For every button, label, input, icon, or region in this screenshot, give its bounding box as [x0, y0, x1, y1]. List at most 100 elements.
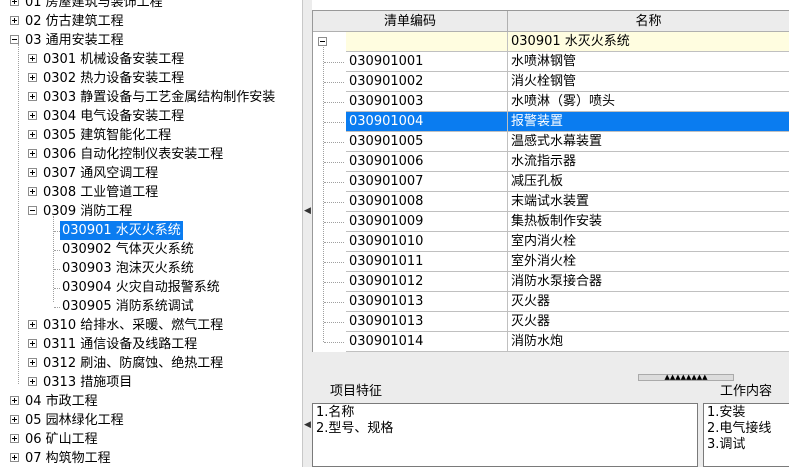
- tree-item-label[interactable]: 0304 电气设备安装工程: [41, 107, 186, 126]
- expand-plus-icon[interactable]: [28, 339, 37, 348]
- tree-item[interactable]: 05 园林绿化工程: [0, 411, 302, 430]
- table-row[interactable]: 030901001 水喷淋钢管: [313, 52, 789, 72]
- grid-cell-code[interactable]: 030901003: [346, 92, 508, 112]
- grid-cell-code[interactable]: 030901014: [346, 332, 508, 352]
- expand-plus-icon[interactable]: [10, 453, 19, 462]
- tree-item-label[interactable]: 06 矿山工程: [23, 430, 100, 449]
- tree-item-label[interactable]: 01 房屋建筑与装饰工程: [23, 0, 165, 12]
- grid-cell-name[interactable]: 水喷淋（雾）喷头: [508, 92, 789, 112]
- tree-item[interactable]: 07 构筑物工程: [0, 449, 302, 467]
- tree-item-label[interactable]: 0310 给排水、采暖、燃气工程: [41, 316, 225, 335]
- expand-plus-icon[interactable]: [28, 73, 37, 82]
- expand-plus-icon[interactable]: [28, 187, 37, 196]
- tree-item[interactable]: 0313 措施项目: [0, 373, 302, 392]
- tree-item[interactable]: 0306 自动化控制仪表安装工程: [0, 145, 302, 164]
- expand-plus-icon[interactable]: [28, 92, 37, 101]
- column-header-name[interactable]: 名称: [508, 11, 789, 32]
- collapse-minus-icon[interactable]: [10, 35, 19, 44]
- table-row[interactable]: 030901012 消防水泵接合器: [313, 272, 789, 292]
- grid-cell-code[interactable]: [346, 32, 508, 52]
- grid-cell-code[interactable]: 030901006: [346, 152, 508, 172]
- tree-item-label[interactable]: 02 仿古建筑工程: [23, 12, 126, 31]
- tree-item[interactable]: 0309 消防工程: [0, 202, 302, 221]
- tree-item[interactable]: 0305 建筑智能化工程: [0, 126, 302, 145]
- tree-item[interactable]: 0308 工业管道工程: [0, 183, 302, 202]
- table-row[interactable]: 030901006 水流指示器: [313, 152, 789, 172]
- horizontal-splitter[interactable]: ▲▲▲▲▲▲▲▲: [312, 352, 789, 382]
- grid-cell-code[interactable]: 030901002: [346, 72, 508, 92]
- tree-item[interactable]: 030905 消防系统调试: [0, 297, 302, 316]
- grid-cell-name[interactable]: 集热板制作安装: [508, 212, 789, 232]
- tree-item[interactable]: 01 房屋建筑与装饰工程: [0, 0, 302, 12]
- tree-item-label[interactable]: 05 园林绿化工程: [23, 411, 126, 430]
- grid-cell-code[interactable]: 030901012: [346, 272, 508, 292]
- tree-item-label[interactable]: 0301 机械设备安装工程: [41, 50, 186, 69]
- tree-item-label[interactable]: 0302 热力设备安装工程: [41, 69, 186, 88]
- table-row[interactable]: 030901013 灭火器: [313, 312, 789, 332]
- tree-item[interactable]: 0307 通风空调工程: [0, 164, 302, 183]
- grid-cell-code[interactable]: 030901007: [346, 172, 508, 192]
- expand-plus-icon[interactable]: [10, 16, 19, 25]
- grid-cell-name[interactable]: 减压孔板: [508, 172, 789, 192]
- tree-item-label[interactable]: 0303 静置设备与工艺金属结构制作安装: [41, 88, 277, 107]
- tree-item-label[interactable]: 030905 消防系统调试: [60, 297, 196, 316]
- collapse-left-icon[interactable]: ◀: [304, 206, 311, 216]
- tree-item[interactable]: 0302 热力设备安装工程: [0, 69, 302, 88]
- table-row[interactable]: 030901013 灭火器: [313, 292, 789, 312]
- grid-group-row[interactable]: 030901 水灭火系统: [313, 32, 789, 52]
- tree-item[interactable]: 0301 机械设备安装工程: [0, 50, 302, 69]
- tree-item[interactable]: 030901 水灭火系统: [0, 221, 302, 240]
- grid-cell-name[interactable]: 灭火器: [508, 312, 789, 332]
- grid-cell-code[interactable]: 030901013: [346, 292, 508, 312]
- table-row[interactable]: 030901011 室外消火栓: [313, 252, 789, 272]
- table-row[interactable]: 030901007 减压孔板: [313, 172, 789, 192]
- table-row[interactable]: 030901002 消火栓钢管: [313, 72, 789, 92]
- grid-cell-code[interactable]: 030901011: [346, 252, 508, 272]
- grid-cell-name[interactable]: 030901 水灭火系统: [508, 32, 789, 52]
- grid-cell-code[interactable]: 030901005: [346, 132, 508, 152]
- table-row[interactable]: 030901010 室内消火栓: [313, 232, 789, 252]
- grid-cell-code[interactable]: 030901009: [346, 212, 508, 232]
- expand-plus-icon[interactable]: [28, 358, 37, 367]
- tree-item[interactable]: 030903 泡沫灭火系统: [0, 259, 302, 278]
- tree-item[interactable]: 0304 电气设备安装工程: [0, 107, 302, 126]
- tree-item[interactable]: 02 仿古建筑工程: [0, 12, 302, 31]
- grid-cell-code[interactable]: 030901013: [346, 312, 508, 332]
- grid-cell-name[interactable]: 末端试水装置: [508, 192, 789, 212]
- grid-cell-name[interactable]: 室内消火栓: [508, 232, 789, 252]
- tree-item-label[interactable]: 0311 通信设备及线路工程: [41, 335, 199, 354]
- table-row[interactable]: 030901008 末端试水装置: [313, 192, 789, 212]
- table-row[interactable]: 030901005 温感式水幕装置: [313, 132, 789, 152]
- grid-cell-code[interactable]: 030901008: [346, 192, 508, 212]
- chevron-up-icon[interactable]: ▲▲▲▲▲▲▲▲: [638, 374, 734, 381]
- expand-plus-icon[interactable]: [28, 111, 37, 120]
- tree-item[interactable]: 0311 通信设备及线路工程: [0, 335, 302, 354]
- collapse-left-icon[interactable]: ◀: [304, 420, 311, 430]
- expand-plus-icon[interactable]: [28, 149, 37, 158]
- expand-plus-icon[interactable]: [28, 377, 37, 386]
- tree-item-label[interactable]: 030904 火灾自动报警系统: [60, 278, 222, 297]
- tree-item[interactable]: 04 市政工程: [0, 392, 302, 411]
- tree-item[interactable]: 030904 火灾自动报警系统: [0, 278, 302, 297]
- grid-cell-name[interactable]: 水流指示器: [508, 152, 789, 172]
- tree-item[interactable]: 0310 给排水、采暖、燃气工程: [0, 316, 302, 335]
- expand-plus-icon[interactable]: [10, 415, 19, 424]
- tree-item[interactable]: 0303 静置设备与工艺金属结构制作安装: [0, 88, 302, 107]
- expand-plus-icon[interactable]: [10, 434, 19, 443]
- tree-item-label[interactable]: 030902 气体灭火系统: [60, 240, 196, 259]
- tree-item-label[interactable]: 07 构筑物工程: [23, 449, 113, 467]
- grid-cell-name[interactable]: 室外消火栓: [508, 252, 789, 272]
- tree-item[interactable]: 0312 刷油、防腐蚀、绝热工程: [0, 354, 302, 373]
- tree-item-label[interactable]: 030903 泡沫灭火系统: [60, 259, 196, 278]
- expand-plus-icon[interactable]: [28, 320, 37, 329]
- tree-item[interactable]: 030902 气体灭火系统: [0, 240, 302, 259]
- grid-cell-name[interactable]: 水喷淋钢管: [508, 52, 789, 72]
- grid-cell-name[interactable]: 灭火器: [508, 292, 789, 312]
- expand-plus-icon[interactable]: [28, 168, 37, 177]
- work-content-textbox[interactable]: 1.安装 2.电气接线 3.调试: [703, 403, 789, 467]
- vertical-splitter[interactable]: ◀ ◀: [302, 0, 312, 467]
- table-row[interactable]: 030901004 报警装置: [313, 112, 789, 132]
- tree-item[interactable]: 03 通用安装工程: [0, 31, 302, 50]
- tree-item-label[interactable]: 03 通用安装工程: [23, 31, 126, 50]
- tree-item[interactable]: 06 矿山工程: [0, 430, 302, 449]
